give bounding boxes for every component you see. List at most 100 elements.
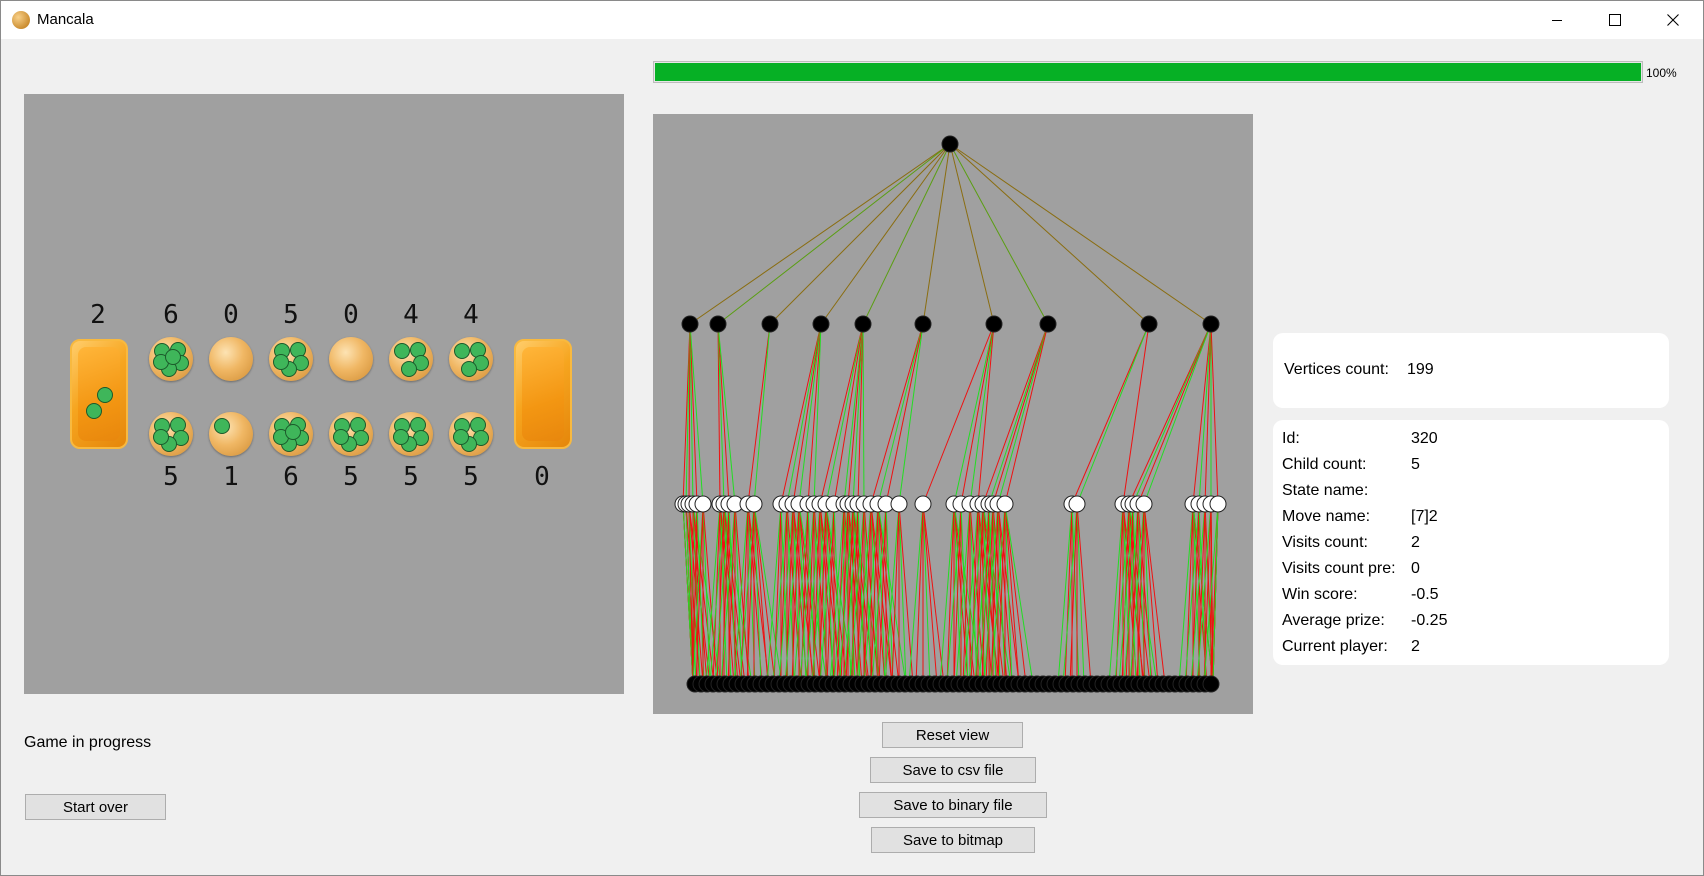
tree-edge	[769, 143, 951, 325]
tree-edge	[852, 323, 864, 505]
bottom-count-pit-1: 5	[163, 462, 179, 492]
tree-edge	[1178, 503, 1194, 685]
window-title: Mancala	[37, 11, 94, 28]
tree-edge	[753, 503, 769, 685]
vertices-count-label: Vertices count:	[1284, 361, 1389, 378]
top-pit-6-stone	[454, 343, 470, 359]
save-csv-button[interactable]: Save to csv file	[870, 757, 1036, 783]
search-tree-view[interactable]	[653, 114, 1253, 714]
left-store-stone	[97, 387, 113, 403]
tree-edge	[1076, 503, 1092, 685]
tree-level1-node[interactable]	[1039, 315, 1057, 333]
tree-edge	[820, 143, 951, 325]
tree-edge	[819, 323, 864, 505]
top-pit-2[interactable]	[209, 337, 253, 381]
left-store-stone	[86, 403, 102, 419]
move-name-label: Move name:	[1282, 508, 1371, 525]
bottom-count-pit-3: 6	[283, 462, 299, 492]
tree-edge	[862, 323, 865, 505]
close-button[interactable]	[1644, 1, 1702, 39]
minimize-button[interactable]	[1528, 1, 1586, 39]
tree-mid-node[interactable]	[745, 495, 763, 513]
tree-mid-node[interactable]	[694, 495, 712, 513]
tree-edge	[1076, 323, 1150, 505]
bottom-count-store: 0	[534, 462, 550, 492]
game-status: Game in progress	[24, 734, 152, 751]
tree-edge	[949, 143, 995, 325]
progress-fill	[655, 63, 1641, 81]
tree-level1-node[interactable]	[761, 315, 779, 333]
save-bitmap-button[interactable]: Save to bitmap	[871, 827, 1035, 853]
visits-count-pre-value: 0	[1411, 560, 1420, 577]
tree-mid-node[interactable]	[996, 495, 1014, 513]
tree-edge	[939, 503, 955, 685]
top-pit-1-stone	[165, 349, 181, 365]
id-label: Id:	[1282, 430, 1300, 447]
reset-view-button[interactable]: Reset view	[882, 722, 1023, 748]
top-pit-5-stone	[394, 343, 410, 359]
tree-edge	[922, 323, 995, 505]
tree-level1-node[interactable]	[854, 315, 872, 333]
bottom-pit-4-stone	[333, 429, 349, 445]
maximize-icon	[1609, 14, 1621, 26]
win-score-label: Win score:	[1282, 586, 1358, 603]
tree-edge	[825, 323, 864, 505]
bottom-pit-2[interactable]	[209, 412, 253, 456]
tree-edge	[949, 143, 1150, 325]
tree-level1-node[interactable]	[914, 315, 932, 333]
move-name-value: [7]2	[1411, 508, 1438, 525]
current-player-value: 2	[1411, 638, 1420, 655]
top-count-pit-1: 6	[163, 300, 179, 330]
tree-mid-node[interactable]	[1209, 495, 1227, 513]
bottom-count-pit-2: 1	[223, 462, 239, 492]
tree-mid-node[interactable]	[914, 495, 932, 513]
top-pit-5-stone	[401, 361, 417, 377]
top-count-pit-6: 4	[463, 300, 479, 330]
tree-edge	[885, 323, 924, 505]
node-info-panel: Id: 320 Child count: 5 State name: Move …	[1273, 420, 1669, 665]
top-count-pit-4: 0	[343, 300, 359, 330]
average-prize-value: -0.25	[1411, 612, 1448, 629]
bottom-count-pit-5: 5	[403, 462, 419, 492]
tree-root-node[interactable]	[941, 135, 959, 153]
maximize-button[interactable]	[1586, 1, 1644, 39]
tree-level1-node[interactable]	[709, 315, 727, 333]
save-binary-button[interactable]: Save to binary file	[859, 792, 1047, 818]
tree-edge	[1210, 323, 1219, 505]
tree-edge	[977, 323, 995, 505]
bottom-count-pit-4: 5	[343, 462, 359, 492]
tree-level1-node[interactable]	[681, 315, 699, 333]
tree-edge	[922, 503, 938, 685]
title-bar[interactable]: Mancala	[1, 1, 1703, 39]
tree-mid-node[interactable]	[1068, 495, 1086, 513]
bottom-pit-5-stone	[393, 429, 409, 445]
tree-edge	[689, 143, 951, 325]
tree-level1-node[interactable]	[1202, 315, 1220, 333]
search-progress-bar	[653, 61, 1643, 83]
top-pit-4[interactable]	[329, 337, 373, 381]
tree-edge	[946, 503, 955, 685]
tree-edge	[747, 323, 771, 505]
tree-edge	[766, 503, 782, 685]
top-pit-3-stone	[273, 354, 289, 370]
top-count-pit-3: 5	[283, 300, 299, 330]
tree-edge	[898, 323, 924, 505]
tree-leaf-node[interactable]	[1202, 675, 1220, 693]
tree-mid-node[interactable]	[1135, 495, 1153, 513]
child-count-value: 5	[1411, 456, 1420, 473]
tree-mid-node[interactable]	[890, 495, 908, 513]
tree-edge	[1004, 503, 1034, 685]
bottom-pit-2-stone	[214, 418, 230, 434]
average-prize-label: Average prize:	[1282, 612, 1385, 629]
tree-edge	[786, 323, 822, 505]
state-name-label: State name:	[1282, 482, 1369, 499]
start-over-button[interactable]: Start over	[25, 794, 166, 820]
tree-edge	[1071, 323, 1150, 505]
tree-edge	[717, 143, 951, 325]
tree-level1-node[interactable]	[1140, 315, 1158, 333]
current-player-label: Current player:	[1282, 638, 1388, 655]
mancala-board: 2 6 0 5 0 4 4 5 1 6 5 5 5 0	[24, 94, 624, 694]
tree-level1-node[interactable]	[812, 315, 830, 333]
search-tree-graph[interactable]	[653, 114, 1253, 714]
tree-level1-node[interactable]	[985, 315, 1003, 333]
